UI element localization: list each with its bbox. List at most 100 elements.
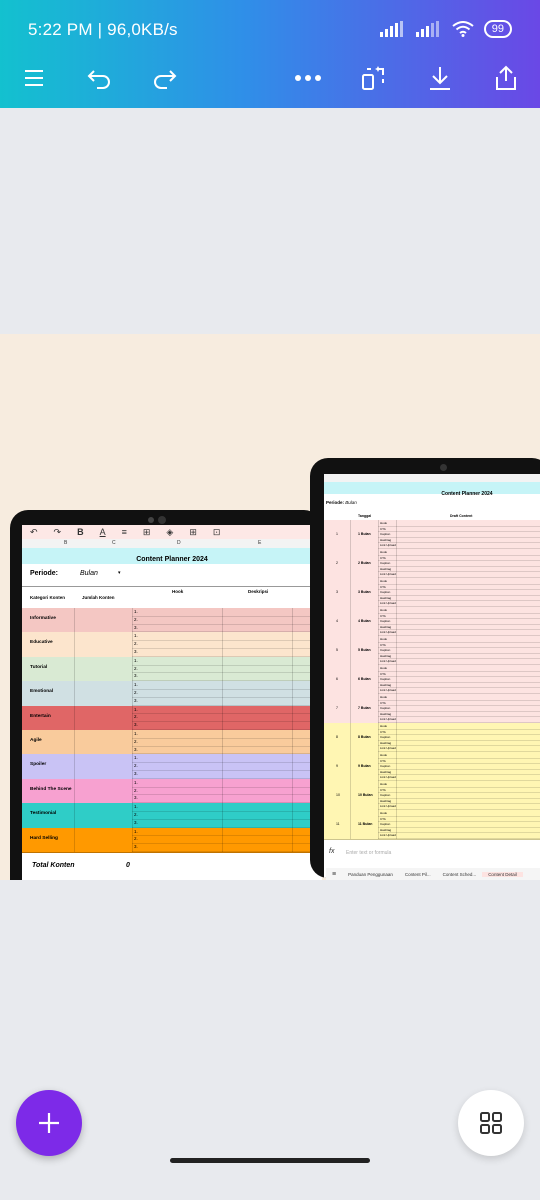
schedule-bulan: 5 Bulan xyxy=(358,648,371,652)
draft-sub-item: Caption xyxy=(380,677,391,682)
column-divider xyxy=(132,754,133,779)
cell-line xyxy=(378,583,540,585)
cell-line xyxy=(378,600,540,602)
formula-bar[interactable]: fx Enter text or formula xyxy=(326,846,540,860)
column-divider xyxy=(222,778,223,804)
download-button[interactable] xyxy=(418,58,462,98)
column-divider xyxy=(132,730,133,755)
cell-line xyxy=(378,786,540,788)
cell-line xyxy=(378,612,540,614)
column-divider xyxy=(74,632,75,657)
schedule-row-number: 1 xyxy=(336,532,338,536)
column-divider xyxy=(396,723,397,752)
col-letter-d: D xyxy=(177,540,181,546)
share-button[interactable] xyxy=(484,58,528,98)
sheets-menu-icon[interactable]: ≡ xyxy=(326,871,342,878)
draft-sub-item: Caption xyxy=(380,793,391,798)
sheet-tab[interactable]: Content Sched... xyxy=(437,872,483,877)
row-number: 3. xyxy=(134,844,138,850)
sheet-tabs: ≡ Panduan Penggunaan Content Pil... Content… xyxy=(326,868,540,880)
column-divider xyxy=(396,694,397,723)
column-divider xyxy=(396,810,397,839)
cell-line xyxy=(378,757,540,759)
draft-sub-item: CTA xyxy=(380,729,386,734)
schedule-row-number: 6 xyxy=(336,677,338,681)
column-divider xyxy=(132,632,133,657)
magic-resize-button[interactable] xyxy=(352,58,396,98)
category-row: Tutorial 1. 2. 3. xyxy=(22,656,322,683)
cell-line xyxy=(378,728,540,730)
category-row: Hard Selling 1. 2. 3. xyxy=(22,827,322,853)
menu-button[interactable] xyxy=(12,58,56,98)
right-periode-value: Bulan xyxy=(345,500,357,505)
row-number: 1. xyxy=(134,731,138,736)
column-divider xyxy=(74,608,75,633)
cell-line xyxy=(132,647,322,649)
undo-button[interactable] xyxy=(78,58,122,98)
redo-icon: ↷ xyxy=(53,526,62,537)
add-button[interactable] xyxy=(16,1090,82,1156)
column-divider xyxy=(378,752,379,781)
schedule-row-number: 7 xyxy=(336,706,338,710)
draft-sub-item: Hashtag xyxy=(380,769,392,774)
schedule-bulan: 1 Bulan xyxy=(358,532,371,536)
row-number: 3. xyxy=(134,746,138,752)
schedule-row: 3 3 Bulan Hook CTA Caption Hashtag Link Upload xyxy=(324,578,540,608)
draft-sub-item: Caption xyxy=(380,706,391,711)
column-divider xyxy=(222,730,223,755)
periode-value[interactable]: Bulan xyxy=(80,570,98,577)
draft-sub-item: Caption xyxy=(380,822,391,827)
left-sheet-screen: ↶ ↷ B A ≡ ⊞ ◈ ⊞ ⊡ B C D E Content Planne… xyxy=(22,525,322,880)
pages-grid-button[interactable] xyxy=(458,1090,524,1156)
draft-sub-item: Hook xyxy=(380,695,388,699)
draft-sub-item: CTA xyxy=(380,526,386,531)
sheet-toolbar: ↶ ↷ B A ≡ ⊞ ◈ ⊞ ⊡ xyxy=(22,525,322,539)
cell-line xyxy=(132,721,322,723)
draft-sub-item: Hook xyxy=(380,579,388,583)
sheet-tab[interactable]: Content Detail xyxy=(482,871,523,877)
column-divider xyxy=(396,520,397,549)
formula-fx-icon: fx xyxy=(329,848,335,855)
cell-line xyxy=(378,525,540,527)
column-divider xyxy=(350,665,351,694)
row-number: 1. xyxy=(134,609,138,614)
top-app-bar: 5:22 PM | 96,0KB/s 99 xyxy=(0,0,540,108)
schedule-row-number: 10 xyxy=(336,793,340,797)
category-name: Entertain xyxy=(30,713,51,719)
column-divider xyxy=(74,730,75,755)
column-divider xyxy=(74,656,75,682)
row-number: 2. xyxy=(134,836,138,842)
redo-button[interactable] xyxy=(142,58,186,98)
row-number: 1. xyxy=(134,682,138,688)
draft-sub-item: Hook xyxy=(380,521,388,525)
column-divider xyxy=(222,827,223,852)
undo-icon xyxy=(87,70,110,89)
column-divider xyxy=(350,520,351,549)
row-number: 2. xyxy=(134,763,138,769)
category-row: Spoiler 1. 2. 3. xyxy=(22,754,322,780)
cell-line xyxy=(378,774,540,776)
cell-line xyxy=(378,658,540,660)
schedule-bulan: 8 Bulan xyxy=(358,735,371,739)
schedule-row: 11 11 Bulan Hook CTA Caption Hashtag Link Uplo… xyxy=(324,810,540,840)
column-divider xyxy=(350,723,351,752)
cell-line xyxy=(132,850,322,852)
draft-sub-item: CTA xyxy=(380,613,386,618)
sheet-tab[interactable]: Content Pil... xyxy=(399,872,437,877)
draft-sub-item: Caption xyxy=(380,532,391,537)
more-options-button[interactable] xyxy=(286,58,330,98)
dropdown-arrow-icon[interactable]: ▾ xyxy=(118,570,121,576)
sheet-tab[interactable]: Panduan Penggunaan xyxy=(342,872,399,877)
schedule-row-number: 4 xyxy=(336,619,338,623)
table-icon: ⊞ xyxy=(142,526,151,537)
cell-line xyxy=(378,676,540,678)
cell-line xyxy=(132,835,322,837)
signal-icon xyxy=(379,21,403,37)
formula-input[interactable]: Enter text or formula xyxy=(346,850,391,856)
design-page[interactable]: ↶ ↷ B A ≡ ⊞ ◈ ⊞ ⊡ B C D E Content Planne… xyxy=(0,334,540,880)
row-number: 2. xyxy=(134,641,138,647)
align-icon: ≡ xyxy=(121,527,127,537)
col-letter-e: E xyxy=(258,540,262,546)
schedule-row: 7 7 Bulan Hook CTA Caption Hashtag Link Upload xyxy=(324,694,540,724)
cell-line xyxy=(132,713,322,715)
